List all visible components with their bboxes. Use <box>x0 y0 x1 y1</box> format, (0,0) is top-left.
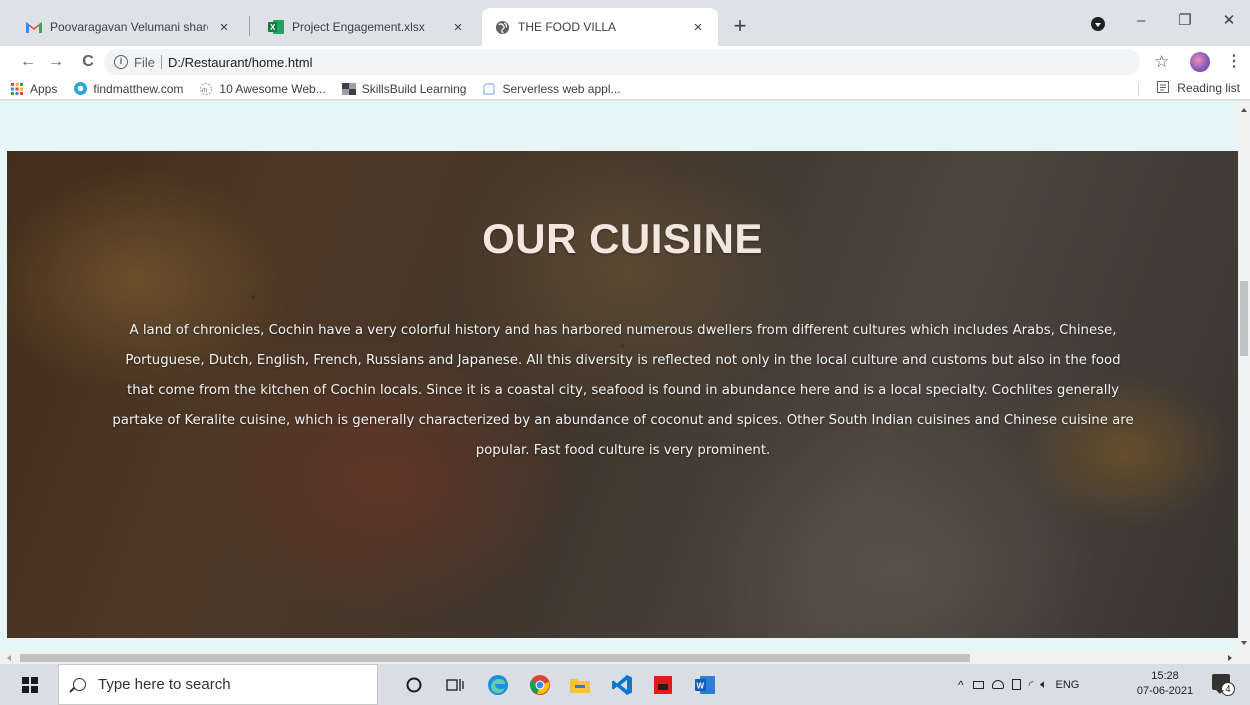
taskbar-search-box[interactable]: Type here to search <box>58 664 378 705</box>
bookmark-label: Serverless web appl... <box>502 81 621 96</box>
tab-close-icon[interactable]: × <box>450 19 466 36</box>
bookmarks-bar: Apps findmatthew.com rh 10 Awesome Web..… <box>0 78 1250 100</box>
edge-icon[interactable] <box>486 673 510 697</box>
browser-toolbar: ← → C i File D:/Restaurant/home.html ☆ ⋮ <box>0 46 1250 78</box>
tab-close-icon[interactable]: × <box>690 19 706 36</box>
scroll-left-arrow-icon[interactable] <box>7 655 11 661</box>
page-viewport: OUR CUISINE A land of chronicles, Cochin… <box>0 101 1238 652</box>
clock-date: 07-06-2021 <box>1136 685 1194 697</box>
scroll-down-arrow-icon[interactable] <box>1241 641 1247 645</box>
apps-grid-icon <box>10 82 24 96</box>
hero-description: A land of chronicles, Cochin have a very… <box>112 323 1134 458</box>
address-url: D:/Restaurant/home.html <box>167 54 313 70</box>
tab-gmail[interactable]: Poovaragavan Velumani shared × <box>14 8 244 46</box>
close-window-button[interactable]: ✕ <box>1214 8 1244 34</box>
volume-icon[interactable]: 🔈︎ <box>1040 677 1047 692</box>
search-icon <box>73 678 86 691</box>
tab-title: Poovaragavan Velumani shared <box>50 20 208 34</box>
vertical-scrollbar[interactable] <box>1238 101 1250 652</box>
address-bar[interactable]: i File D:/Restaurant/home.html <box>104 49 1140 75</box>
svg-text:rh: rh <box>202 88 207 94</box>
meet-now-icon[interactable] <box>1011 679 1021 690</box>
windows-taskbar: Type here to search W ^ ◜ 🔈︎ ENG 15:28 0… <box>0 664 1250 705</box>
vscode-icon[interactable] <box>610 673 634 697</box>
notification-center-icon[interactable]: 4 <box>1212 674 1235 696</box>
reading-list-icon <box>1157 81 1171 95</box>
tab-project-engagement[interactable]: X Project Engagement.xlsx × <box>256 8 478 46</box>
cortana-icon[interactable] <box>402 673 426 697</box>
hero-title: OUR CUISINE <box>482 215 763 262</box>
file-explorer-icon[interactable] <box>568 673 592 697</box>
bookmark-label: Apps <box>30 81 58 96</box>
wifi-icon[interactable]: ◜ <box>1029 678 1034 692</box>
svg-text:W: W <box>697 682 705 691</box>
vertical-scroll-thumb[interactable] <box>1240 281 1248 356</box>
language-indicator[interactable]: ENG <box>1056 679 1080 691</box>
clock-time: 15:28 <box>1151 670 1179 682</box>
tab-strip: Poovaragavan Velumani shared × X Project… <box>0 0 1250 46</box>
restore-button[interactable]: ❐ <box>1170 8 1200 34</box>
tray-chevron-up-icon[interactable]: ^ <box>958 678 964 692</box>
bookmarks-divider <box>1138 82 1139 96</box>
notification-count-badge: 4 <box>1221 682 1235 696</box>
excel-icon: X <box>268 19 284 35</box>
bookmark-skillsbuild[interactable]: SkillsBuild Learning <box>341 81 467 96</box>
awesome-web-icon: rh <box>199 82 213 96</box>
new-tab-button[interactable]: + <box>726 13 754 41</box>
findmatthew-icon <box>73 82 87 96</box>
back-button[interactable]: ← <box>16 50 40 74</box>
address-scheme: File <box>134 54 155 70</box>
reading-list-label: Reading list <box>1177 81 1240 95</box>
reload-button[interactable]: C <box>76 50 100 74</box>
battery-icon[interactable] <box>972 680 984 689</box>
forward-button[interactable]: → <box>44 50 68 74</box>
tab-food-villa[interactable]: THE FOOD VILLA × <box>482 8 718 46</box>
bookmark-label: SkillsBuild Learning <box>361 81 467 96</box>
globe-icon <box>494 19 510 35</box>
svg-text:X: X <box>270 23 276 32</box>
horizontal-scrollbar[interactable] <box>0 652 1250 664</box>
bookmark-apps[interactable]: Apps <box>10 82 57 96</box>
word-icon[interactable]: W <box>693 673 717 697</box>
gmail-icon <box>26 19 42 35</box>
tab-close-icon[interactable]: × <box>216 19 232 36</box>
address-divider <box>160 55 162 69</box>
bookmark-serverless[interactable]: Serverless web appl... <box>482 81 621 96</box>
bookmark-awesome-web[interactable]: rh 10 Awesome Web... <box>199 81 326 96</box>
profile-avatar[interactable] <box>1190 52 1210 72</box>
scroll-right-arrow-icon[interactable] <box>1228 655 1232 661</box>
scroll-up-arrow-icon[interactable] <box>1241 108 1247 112</box>
taskbar-clock[interactable]: 15:28 07-06-2021 <box>1133 669 1197 699</box>
menu-kebab-icon[interactable]: ⋮ <box>1226 50 1242 74</box>
serverless-icon <box>482 82 496 96</box>
onedrive-icon[interactable] <box>991 680 1004 689</box>
system-tray: ^ ◜ 🔈︎ ENG <box>958 664 1079 705</box>
tab-title: Project Engagement.xlsx <box>292 20 425 34</box>
bookmark-findmatthew[interactable]: findmatthew.com <box>73 82 183 96</box>
tab-search-icon[interactable] <box>1091 17 1105 31</box>
cuisine-hero-section: OUR CUISINE A land of chronicles, Cochin… <box>7 151 1238 638</box>
horizontal-scroll-thumb[interactable] <box>20 654 970 662</box>
skillsbuild-icon <box>341 82 356 96</box>
tab-title: THE FOOD VILLA <box>518 20 617 34</box>
info-icon[interactable]: i <box>114 55 128 69</box>
windows-start-icon[interactable] <box>22 677 38 693</box>
bookmark-label: findmatthew.com <box>93 81 184 96</box>
reading-list-button[interactable]: Reading list <box>1157 81 1240 95</box>
bookmark-label: 10 Awesome Web... <box>219 81 326 96</box>
minimize-button[interactable]: – <box>1126 8 1156 34</box>
tab-separator <box>249 16 250 36</box>
app-red-icon[interactable] <box>651 673 675 697</box>
bookmark-star-icon[interactable]: ☆ <box>1154 50 1169 74</box>
task-view-icon[interactable] <box>443 673 467 697</box>
taskbar-search-placeholder: Type here to search <box>98 676 231 693</box>
chrome-icon[interactable] <box>528 673 552 697</box>
